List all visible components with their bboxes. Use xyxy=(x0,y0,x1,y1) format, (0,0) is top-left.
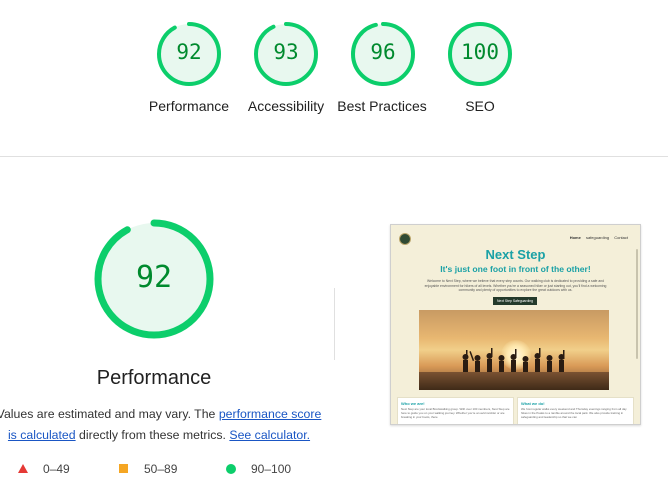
legend-pass-range: 90–100 xyxy=(251,462,292,476)
gauge-best-practices-label[interactable]: Best Practices xyxy=(332,96,432,116)
who-we-are-title: Who we are! xyxy=(401,401,425,406)
site-nav-home: Home xyxy=(569,235,581,240)
gauge-accessibility[interactable]: 93 xyxy=(251,19,321,89)
site-title: Next Step xyxy=(485,247,546,262)
site-nav-safeguarding: safeguarding xyxy=(585,235,610,240)
vertical-divider xyxy=(334,288,335,360)
ground xyxy=(419,372,609,390)
gauge-seo[interactable]: 100 xyxy=(445,19,515,89)
site-safeguarding-button: Next Step Safeguarding xyxy=(493,297,537,305)
site-intro: Welcome to Next Step, where we believe t… xyxy=(424,279,607,293)
gauge-performance-score: 92 xyxy=(176,40,202,64)
see-calculator-link[interactable]: See calculator. xyxy=(229,428,310,442)
orange-square-icon xyxy=(119,464,128,473)
description-text: Values are estimated and may vary. The xyxy=(0,407,216,421)
performance-description: Values are estimated and may vary. The p… xyxy=(0,404,324,446)
who-we-are-text: Next Step are your local Brockwalking gr… xyxy=(401,407,510,419)
site-subtitle: It's just one foot in front of the other… xyxy=(440,264,591,274)
legend-average: 50–89 xyxy=(119,462,199,476)
gauge-seo-label[interactable]: SEO xyxy=(420,96,540,116)
legend-pass: 90–100 xyxy=(226,462,306,476)
what-we-do-text: We host regular walks every weekend and … xyxy=(521,407,627,419)
what-we-do-card: What we do! We host regular walks every … xyxy=(517,397,634,424)
gauge-best-practices[interactable]: 96 xyxy=(348,19,418,89)
hero-photo xyxy=(419,310,609,390)
preview-scrollbar xyxy=(636,249,638,359)
who-we-are-card: Who we are! Next Step are your local Bro… xyxy=(397,397,514,424)
legend-fail: 0–49 xyxy=(18,462,98,476)
what-we-do-title: What we do! xyxy=(521,401,545,406)
legend-fail-range: 0–49 xyxy=(43,462,70,476)
legend-average-range: 50–89 xyxy=(144,462,178,476)
site-logo xyxy=(399,233,411,245)
gauge-seo-score: 100 xyxy=(461,40,499,64)
description-text-2: directly from these metrics. xyxy=(79,428,226,442)
performance-score: 92 xyxy=(135,260,173,295)
gauge-best-practices-score: 96 xyxy=(370,40,396,64)
gauge-performance[interactable]: 92 xyxy=(154,19,224,89)
site-nav-contact: Contact xyxy=(614,235,628,240)
red-triangle-icon xyxy=(18,464,28,473)
gauge-accessibility-score: 93 xyxy=(273,40,299,64)
gauge-accessibility-label[interactable]: Accessibility xyxy=(226,96,346,116)
performance-title: Performance xyxy=(96,367,212,389)
final-screenshot[interactable]: Home safeguarding Contact Next Step It's… xyxy=(390,224,641,425)
green-circle-icon xyxy=(226,464,236,474)
site-nav: Home safeguarding Contact xyxy=(566,235,628,240)
section-divider xyxy=(0,156,668,157)
